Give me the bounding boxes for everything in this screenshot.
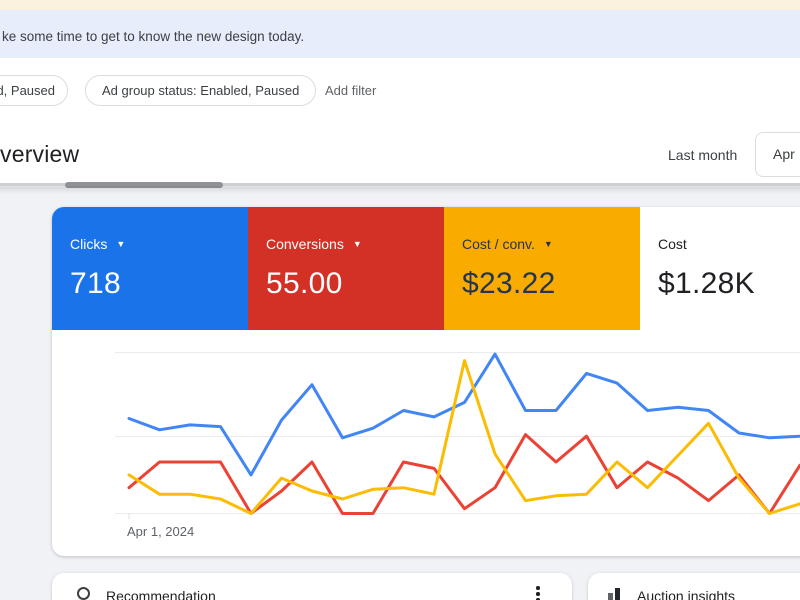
- filter-chip-ad-group-status[interactable]: Ad group status: Enabled, Paused: [85, 75, 317, 106]
- filter-chip-label: Ad group status: Enabled, Paused: [102, 83, 300, 98]
- bar-chart-icon: [608, 587, 622, 600]
- chevron-down-icon[interactable]: ▼: [544, 239, 553, 249]
- add-filter-button[interactable]: Add filter: [325, 83, 376, 98]
- date-range-preset-label[interactable]: Last month: [668, 147, 737, 163]
- auction-insights-card[interactable]: Auction insights: [588, 573, 800, 600]
- scorecard-label: Cost / conv.: [462, 236, 535, 252]
- date-range-value: Apr: [773, 146, 795, 162]
- scorecard-strip: Clicks ▼ 718 Conversions ▼ 55.00 Cost / …: [52, 207, 800, 330]
- page-title: verview: [0, 141, 80, 167]
- filter-chip-label: d, Paused: [0, 83, 55, 98]
- header-shadow: [0, 186, 800, 194]
- scorecard-cost[interactable]: Cost ▼ $1.28K: [640, 207, 800, 330]
- chevron-down-icon[interactable]: ▼: [353, 239, 362, 249]
- auction-insights-card-title: Auction insights: [637, 588, 736, 600]
- performance-line-chart: [115, 352, 800, 519]
- new-design-banner: ke some time to get to know the new desi…: [0, 10, 800, 58]
- recommendation-card-title: Recommendation: [106, 588, 216, 600]
- scorecard-label-row[interactable]: Cost / conv. ▼: [462, 236, 640, 252]
- recommendation-icon: [77, 587, 90, 600]
- series-line-cost-conv-: [127, 359, 800, 515]
- scorecard-value: $1.28K: [658, 267, 755, 300]
- recommendation-card[interactable]: Recommendation: [52, 573, 572, 600]
- scorecard-label-row[interactable]: Clicks ▼: [70, 236, 248, 252]
- scorecard-label: Clicks: [70, 236, 108, 252]
- scorecard-value: 55.00: [266, 267, 343, 300]
- kebab-menu-icon[interactable]: [536, 586, 540, 600]
- banner-message: ke some time to get to know the new desi…: [2, 29, 305, 44]
- x-axis-first-label: Apr 1, 2024: [127, 524, 195, 539]
- scorecard-value: 718: [70, 267, 121, 300]
- scorecard-clicks[interactable]: Clicks ▼ 718: [52, 207, 248, 330]
- notification-strip: [0, 0, 800, 10]
- scorecard-label-row: Cost ▼: [658, 236, 800, 252]
- scorecard-conversions[interactable]: Conversions ▼ 55.00: [248, 207, 444, 330]
- scorecard-label-row[interactable]: Conversions ▼: [266, 236, 444, 252]
- scorecard-cost-per-conv[interactable]: Cost / conv. ▼ $23.22: [444, 207, 640, 330]
- date-range-picker[interactable]: Apr: [755, 132, 800, 177]
- series-line-conversions: [127, 433, 800, 515]
- scorecard-value: $23.22: [462, 267, 556, 300]
- series-line-clicks: [127, 352, 800, 477]
- filter-chip-campaign-status[interactable]: d, Paused: [0, 75, 68, 106]
- scorecard-label: Conversions: [266, 236, 344, 252]
- chevron-down-icon[interactable]: ▼: [116, 239, 125, 249]
- scorecard-label: Cost: [658, 236, 687, 252]
